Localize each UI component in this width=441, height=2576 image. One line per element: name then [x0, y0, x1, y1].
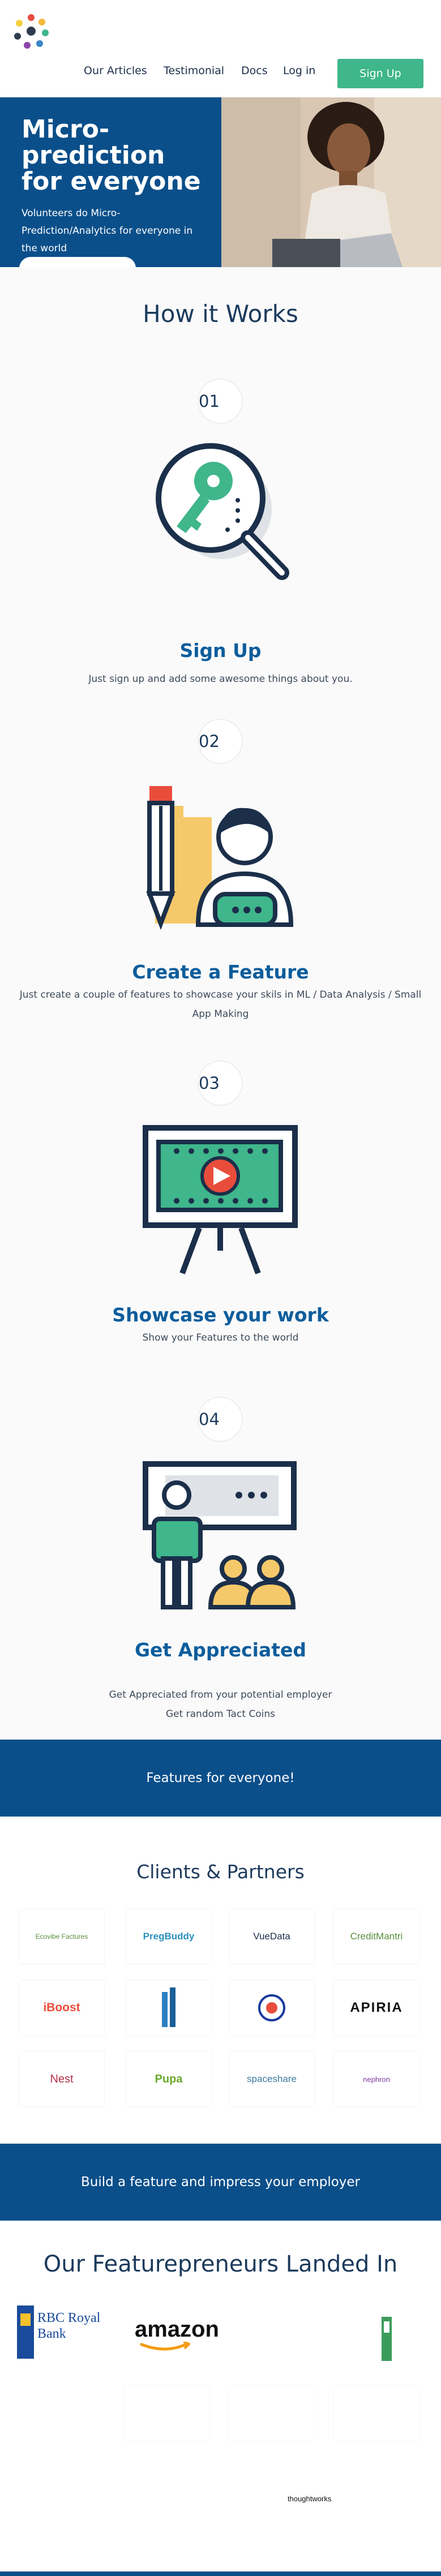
partner-logo[interactable]: iBoost: [19, 1981, 104, 2035]
step-desc-showcase: Show your Features to the world: [142, 1332, 299, 1343]
step-title-get-appreciated: Get Appreciated: [134, 1639, 307, 1661]
step-number-4: 04: [198, 1397, 243, 1442]
partner-logo[interactable]: nephron: [334, 2052, 419, 2106]
amazon-smile-icon: [140, 2342, 190, 2351]
company-logo-thoughtworks[interactable]: thoughtworks: [263, 2473, 348, 2527]
partner-logo[interactable]: [229, 1981, 314, 2035]
company-logo[interactable]: [229, 2386, 314, 2440]
company-logo-amazon[interactable]: amazon: [125, 2305, 219, 2360]
partner-logo[interactable]: PregBuddy: [126, 1909, 211, 1964]
nav-log-in[interactable]: Log in: [283, 65, 315, 77]
step-desc-get-appreciated: Get Appreciated from your potential empl…: [109, 1689, 332, 1701]
hero-woman-laptop-image: [221, 97, 441, 267]
step-number-1: 01: [198, 379, 243, 424]
header: Our Articles Testimonial Docs Log in Sig…: [0, 0, 441, 97]
key-magnifier-icon: [156, 443, 289, 580]
partner-logo[interactable]: APIRIA: [334, 1981, 419, 2035]
main-nav: Our Articles Testimonial Docs Log in Sig…: [0, 59, 441, 88]
nav-docs[interactable]: Docs: [241, 65, 268, 77]
company-logo[interactable]: [334, 2386, 419, 2440]
partner-logo[interactable]: Nest: [19, 2052, 104, 2106]
step-desc-tact-coins: Get random Tact Coins: [165, 1708, 276, 1720]
step-title-sign-up: Sign Up: [179, 639, 262, 662]
sign-up-button[interactable]: Sign Up: [337, 59, 423, 88]
build-feature-banner-text: Build a feature and impress your employe…: [80, 2175, 361, 2189]
rbc-shield-icon: [17, 2305, 34, 2359]
get-appreciated-icon: [143, 1461, 297, 1609]
partner-logo[interactable]: Ecovibe Factures: [19, 1909, 104, 1964]
hero-section: Micro-prediction for everyone Volunteers…: [0, 97, 441, 267]
features-banner-text: Features for everyone!: [146, 1771, 295, 1785]
step-title-create-feature: Create a Feature: [132, 961, 309, 983]
how-it-works-heading: How it Works: [143, 300, 298, 328]
tower-logo-icon: [162, 1987, 175, 2027]
step-number-3: 03: [198, 1061, 243, 1106]
create-feature-icon: [146, 786, 294, 930]
presentation-board-icon: [143, 1125, 298, 1274]
company-logo-rbc[interactable]: RBC Royal Bank: [17, 2305, 102, 2360]
hero-title: Micro-prediction for everyone: [22, 115, 201, 196]
nav-our-articles[interactable]: Our Articles: [84, 65, 147, 77]
partner-logo[interactable]: Pupa: [126, 2052, 211, 2106]
features-banner: Features for everyone!: [0, 1740, 441, 1817]
crest-logo-icon: [258, 1994, 285, 2021]
partner-logo[interactable]: spaceshare: [229, 2052, 314, 2106]
how-it-works-section: How it Works 01 Sign Up Just sign up and…: [0, 267, 441, 1740]
company-logo[interactable]: [229, 2305, 314, 2360]
step-title-showcase: Showcase your work: [112, 1304, 329, 1326]
hero-subtitle: Volunteers do Micro-Prediction/Analytics…: [22, 208, 193, 254]
clients-partners-section: Clients & Partners Ecovibe Factures Preg…: [0, 1817, 441, 2144]
build-feature-banner: Build a feature and impress your employe…: [0, 2144, 441, 2221]
partner-logo[interactable]: CreditMantri: [334, 1909, 419, 1964]
company-logo[interactable]: [334, 2305, 419, 2361]
green-logo-icon: [382, 2317, 392, 2361]
landed-heading: Our Featurepreneurs Landed In: [43, 2251, 398, 2277]
company-logo[interactable]: [125, 2386, 209, 2440]
step-desc-sign-up: Just sign up and add some awesome things…: [88, 673, 353, 685]
partners-heading: Clients & Partners: [136, 1861, 305, 1883]
hero-text: Micro-prediction for everyone Volunteers…: [22, 117, 203, 257]
step-number-2: 02: [198, 719, 243, 764]
partner-logo[interactable]: VueData: [229, 1909, 314, 1964]
landed-in-section: Our Featurepreneurs Landed In RBC Royal …: [0, 2221, 441, 2576]
nav-testimonial[interactable]: Testimonial: [164, 65, 224, 77]
partner-logo[interactable]: [126, 1981, 211, 2035]
step-desc-create-feature: Just create a couple of features to show…: [19, 989, 422, 1020]
hero-cta-button[interactable]: [19, 257, 136, 267]
footer-bar: [0, 2571, 441, 2576]
logo-icon[interactable]: [12, 12, 50, 50]
